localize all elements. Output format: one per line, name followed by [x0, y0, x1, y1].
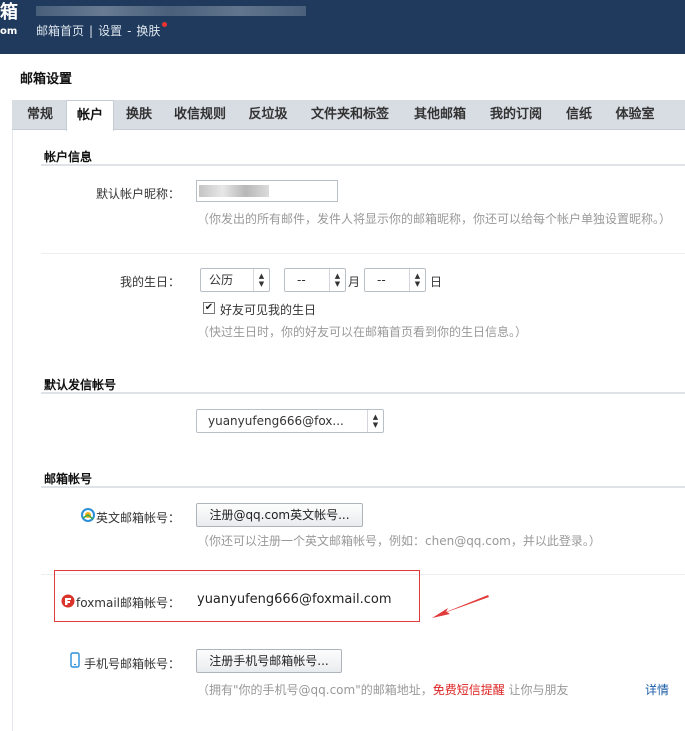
english-account-hint: （你还可以注册一个英文邮箱帐号，例如：chen@qq.com，并以此登录。）: [197, 534, 601, 548]
user-address-blurred: [36, 6, 306, 16]
caret-icon: ▲ ▼: [253, 269, 269, 291]
tab-skin[interactable]: 换肤: [116, 100, 162, 130]
month-value: --: [297, 273, 306, 287]
settings-tabs: 常规 帐户 换肤 收信规则 反垃圾 文件夹和标签 其他邮箱 我的订阅 信纸 体验…: [12, 100, 685, 131]
calendar-select[interactable]: 公历 ▲ ▼: [200, 268, 270, 292]
settings-link[interactable]: 设置: [98, 24, 122, 38]
nickname-label: 默认帐户昵称：: [95, 187, 180, 201]
top-links: 邮箱首页 | 设置 - 换肤: [36, 22, 168, 39]
details-link[interactable]: 详情: [645, 681, 669, 698]
register-english-account-button[interactable]: 注册@qq.com英文帐号...: [196, 503, 363, 527]
caret-icon: ▲ ▼: [409, 269, 425, 291]
mobile-phone-icon: [70, 652, 80, 668]
check-icon: ✔: [204, 302, 214, 313]
tab-stationery[interactable]: 信纸: [556, 100, 602, 130]
foxmail-account-value: yuanyufeng666@foxmail.com: [197, 592, 392, 607]
tab-rules[interactable]: 收信规则: [164, 100, 236, 130]
month-select[interactable]: -- ▲ ▼: [284, 268, 346, 292]
mobile-hint-text-b: 让你与朋友: [504, 683, 569, 697]
notification-dot: [162, 22, 168, 27]
account-info-divider: [41, 164, 685, 166]
sms-reminder-text: 免费短信提醒: [432, 683, 505, 697]
mailbox-home-link[interactable]: 邮箱首页: [36, 24, 84, 38]
caret-icon: ▲ ▼: [367, 410, 383, 432]
default-sender-select[interactable]: yuanyufeng666@fox... ▲ ▼: [196, 409, 384, 433]
nickname-hint: （你发出的所有邮件，发件人将显示你的邮箱昵称，你还可以给每个帐户单独设置昵称。）: [197, 212, 672, 226]
brand-logo-sub: om: [0, 26, 18, 37]
tab-antispam[interactable]: 反垃圾: [238, 100, 298, 130]
foxmail-account-label: foxmail邮箱帐号：: [76, 596, 181, 610]
tab-subscriptions[interactable]: 我的订阅: [480, 100, 552, 130]
friends-visible-label[interactable]: 好友可见我的生日: [220, 301, 316, 318]
tab-lab[interactable]: 体验室: [606, 100, 664, 130]
friends-visible-checkbox[interactable]: ✔: [203, 302, 215, 314]
mail-accounts-divider: [41, 486, 685, 488]
mobile-account-label: 手机号邮箱帐号：: [84, 657, 181, 671]
default-sender-divider: [41, 392, 685, 394]
brand-logo: 箱: [0, 2, 18, 23]
nickname-value-blurred: [199, 185, 269, 197]
birthday-divider: [41, 253, 685, 254]
content-left-border: [12, 130, 13, 731]
nickname-input[interactable]: [196, 180, 338, 202]
default-sender-heading: 默认发信帐号: [44, 378, 117, 392]
red-arrow-icon: [432, 595, 489, 618]
birthday-hint: （快过生日时，你的好友可以在邮箱首页看到你的生日信息。）: [197, 325, 528, 339]
day-value: --: [377, 273, 386, 287]
skin-link[interactable]: 换肤: [136, 24, 160, 38]
tab-other-mail[interactable]: 其他邮箱: [404, 100, 476, 130]
mobile-account-hint: （拥有"你的手机号@qq.com"的邮箱地址，免费短信提醒 让你与朋友: [197, 681, 569, 698]
english-account-icon: [81, 508, 95, 522]
foxmail-icon: [61, 594, 75, 608]
calendar-value: 公历: [209, 273, 234, 287]
register-mobile-account-button[interactable]: 注册手机号邮箱帐号...: [196, 649, 342, 673]
tab-general[interactable]: 常规: [14, 100, 66, 130]
birthday-label: 我的生日：: [119, 275, 180, 289]
tab-account[interactable]: 帐户: [66, 100, 114, 131]
mail-accounts-heading: 邮箱帐号: [44, 472, 93, 486]
day-select[interactable]: -- ▲ ▼: [364, 268, 426, 292]
account-info-heading: 帐户信息: [44, 150, 93, 164]
mobile-hint-text-a: （拥有"你的手机号@qq.com"的邮箱地址，: [197, 683, 433, 697]
month-unit: 月: [348, 275, 361, 289]
english-account-label: 英文邮箱帐号：: [96, 511, 181, 525]
page-title: 邮箱设置: [20, 72, 73, 87]
top-header: 箱 om 邮箱首页 | 设置 - 换肤: [0, 0, 685, 54]
day-unit: 日: [430, 275, 443, 289]
caret-icon: ▲ ▼: [329, 269, 345, 291]
default-sender-value: yuanyufeng666@fox...: [208, 414, 344, 428]
tab-folders[interactable]: 文件夹和标签: [302, 100, 398, 130]
